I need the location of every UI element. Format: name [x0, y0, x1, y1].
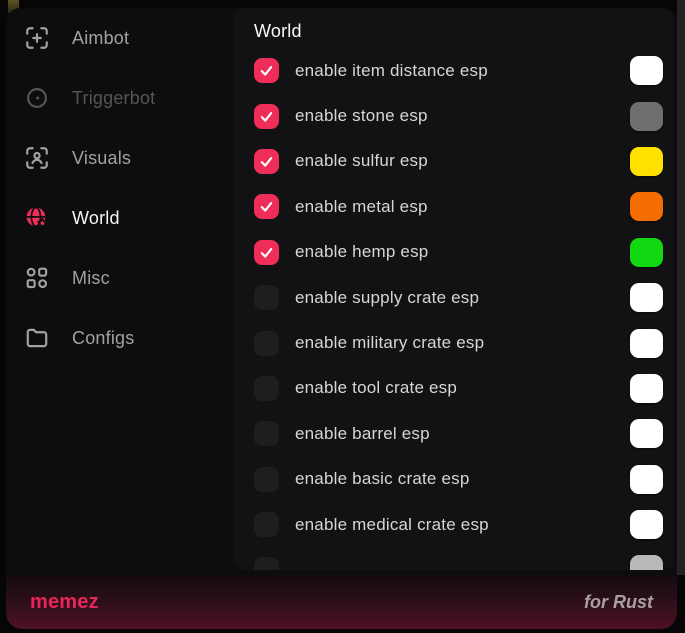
checkbox-unchecked[interactable]	[254, 421, 279, 446]
checkbox-checked[interactable]	[254, 194, 279, 219]
color-swatch[interactable]	[630, 465, 663, 494]
color-swatch[interactable]	[630, 102, 663, 131]
setting-label: enable item distance esp	[295, 61, 488, 81]
sidebar: Aimbot Triggerbot Visuals World Misc Con…	[6, 8, 233, 575]
color-swatch[interactable]	[630, 419, 663, 448]
sidebar-item-label: Triggerbot	[72, 88, 155, 109]
setting-label: enable military crate esp	[295, 333, 484, 353]
checkmark-icon	[259, 199, 274, 214]
checkbox-checked[interactable]	[254, 240, 279, 265]
list-row-enable-sulfur-esp: enable sulfur esp	[233, 139, 674, 184]
list-row-enable-basic-crate-esp: enable basic crate esp	[233, 457, 674, 502]
list-row-enable-metal-esp: enable metal esp	[233, 184, 674, 229]
right-edge-strip	[677, 0, 685, 575]
setting-label: enable sulfur esp	[295, 151, 428, 171]
list-row-enable-military-crate-esp: enable military crate esp	[233, 320, 674, 365]
sidebar-item-label: Misc	[72, 268, 110, 289]
world-globe-star-icon	[24, 205, 50, 231]
list-row-partial	[233, 547, 674, 570]
brand-label: memez	[30, 591, 99, 614]
sidebar-item-triggerbot[interactable]: Triggerbot	[6, 68, 233, 128]
color-swatch[interactable]	[630, 555, 663, 570]
setting-label: enable stone esp	[295, 106, 428, 126]
sidebar-item-label: Configs	[72, 328, 134, 349]
setting-label: enable hemp esp	[295, 242, 428, 262]
checkbox-unchecked[interactable]	[254, 467, 279, 492]
checkbox-unchecked[interactable]	[254, 331, 279, 356]
list-row-enable-tool-crate-esp: enable tool crate esp	[233, 366, 674, 411]
checkmark-icon	[259, 154, 274, 169]
setting-label: enable metal esp	[295, 197, 428, 217]
setting-label: enable medical crate esp	[295, 515, 489, 535]
list-row-enable-hemp-esp: enable hemp esp	[233, 230, 674, 275]
aimbot-scan-icon	[24, 25, 50, 51]
checkbox-checked[interactable]	[254, 104, 279, 129]
checkmark-icon	[259, 245, 274, 260]
sidebar-item-misc[interactable]: Misc	[6, 248, 233, 308]
color-swatch[interactable]	[630, 192, 663, 221]
triggerbot-target-icon	[24, 85, 50, 111]
sidebar-item-label: World	[72, 208, 120, 229]
settings-list: enable item distance esp enable stone es…	[233, 48, 674, 570]
visuals-scan-person-icon	[24, 145, 50, 171]
sidebar-item-world[interactable]: World	[6, 188, 233, 248]
checkmark-icon	[259, 109, 274, 124]
setting-label: enable supply crate esp	[295, 288, 479, 308]
list-row-enable-medical-crate-esp: enable medical crate esp	[233, 502, 674, 547]
sidebar-item-aimbot[interactable]: Aimbot	[6, 8, 233, 68]
checkbox-unchecked[interactable]	[254, 512, 279, 537]
setting-label: enable tool crate esp	[295, 378, 457, 398]
color-swatch[interactable]	[630, 283, 663, 312]
footer-bar: memez for Rust	[6, 575, 677, 629]
checkbox-unchecked[interactable]	[254, 376, 279, 401]
checkbox-checked[interactable]	[254, 58, 279, 83]
list-row-enable-item-distance-esp: enable item distance esp	[233, 48, 674, 93]
page-title: World	[233, 8, 674, 42]
misc-grid-icon	[24, 265, 50, 291]
color-swatch[interactable]	[630, 56, 663, 85]
product-tagline: for Rust	[584, 592, 653, 613]
checkbox-checked[interactable]	[254, 149, 279, 174]
list-row-enable-supply-crate-esp: enable supply crate esp	[233, 275, 674, 320]
checkmark-icon	[259, 63, 274, 78]
color-swatch[interactable]	[630, 329, 663, 358]
color-swatch[interactable]	[630, 374, 663, 403]
checkbox-unchecked[interactable]	[254, 285, 279, 310]
configs-folder-icon	[24, 325, 50, 351]
cheat-menu-window: Aimbot Triggerbot Visuals World Misc Con…	[6, 8, 677, 629]
sidebar-item-label: Visuals	[72, 148, 131, 169]
color-swatch[interactable]	[630, 238, 663, 267]
list-row-enable-stone-esp: enable stone esp	[233, 93, 674, 138]
world-settings-panel: World enable item distance esp enable st…	[233, 8, 674, 570]
checkbox-unchecked[interactable]	[254, 557, 279, 570]
sidebar-item-configs[interactable]: Configs	[6, 308, 233, 368]
color-swatch[interactable]	[630, 147, 663, 176]
sidebar-item-label: Aimbot	[72, 28, 129, 49]
setting-label: enable basic crate esp	[295, 469, 470, 489]
sidebar-item-visuals[interactable]: Visuals	[6, 128, 233, 188]
list-row-enable-barrel-esp: enable barrel esp	[233, 411, 674, 456]
setting-label: enable barrel esp	[295, 424, 430, 444]
color-swatch[interactable]	[630, 510, 663, 539]
